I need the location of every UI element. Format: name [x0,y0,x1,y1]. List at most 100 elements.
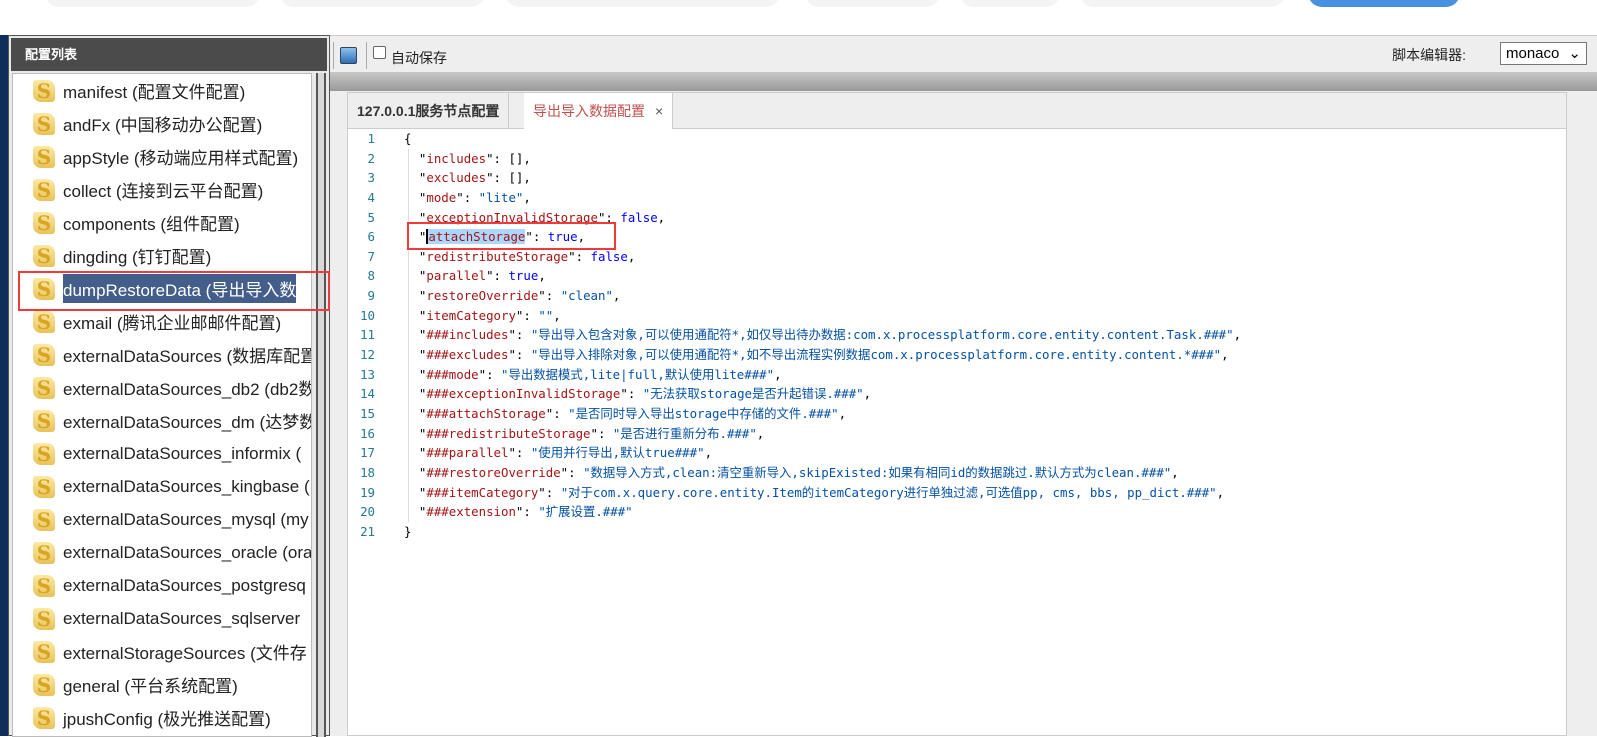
line-number: 18 [360,464,375,480]
code-token: , [838,405,847,421]
code-token: " [404,268,427,284]
code-token: ": [515,504,539,520]
item-label: manifest (配置文件配置) [63,83,246,102]
config-list-item[interactable]: SexternalDataSources (数据库配置 [13,338,311,371]
editor-area: 自动保存 脚本编辑器: monaco ⌄ 127.0.0.1服务节点配置 导出导入… [330,35,1597,736]
top-nav-pill[interactable] [280,0,485,7]
code-text: "###attachStorage": "是否同时导入导出storage中存储的… [404,404,846,424]
left-nav-edge [0,35,8,736]
tab-dump-restore-config[interactable]: 导出导入数据配置 × [524,93,674,129]
config-list-item[interactable]: SexternalStorageSources (文件存 [13,635,311,668]
top-nav-pill[interactable] [805,0,940,7]
config-list-item[interactable]: SappStyle (移动端应用样式配置) [13,140,311,173]
top-nav-pill[interactable] [1080,0,1285,7]
item-label: externalDataSources (数据库配置 [63,347,312,366]
code-token: excludes [426,170,487,186]
code-line: 3 "excludes": [], [348,168,1566,188]
code-line: 14 "###exceptionInvalidStorage": "无法获取st… [348,384,1566,404]
config-list: Smanifest (配置文件配置) SandFx (中国移动办公配置) SappS… [12,73,312,737]
config-list-item[interactable]: SexternalDataSources_mysql (my [13,503,311,536]
script-editor-select[interactable]: monaco ⌄ [1500,42,1587,65]
code-token: "导出导入包含对象,可以使用通配符*,如仅导出待办数据:com.x.proces… [530,327,1234,343]
config-list-item[interactable]: SexternalDataSources_dm (达梦数 [13,404,311,437]
scroll-icon: S [33,442,55,465]
config-list-item[interactable]: SexternalDataSources_db2 (db2数 [13,371,311,404]
line-number: 13 [360,366,375,382]
code-token: ###exceptionInvalidStorage [426,386,621,402]
code-token: , [756,425,765,441]
code-token: ###mode [426,366,479,382]
config-list-item[interactable]: SexternalDataSources_oracle (ora [13,536,311,569]
item-label: externalDataSources_informix ( [63,443,302,463]
line-number: 3 [367,170,375,186]
config-list-item[interactable]: Sdingding (钉钉配置) [13,239,311,272]
code-token: ": [456,189,479,205]
scroll-icon: S [33,211,55,234]
item-label: externalStorageSources (文件存 [63,644,307,663]
code-token: ": [515,307,539,323]
code-token: ###restoreOverride [426,464,561,480]
scroll-icon: S [33,475,55,498]
code-text: "restoreOverride": "clean", [404,286,620,306]
save-icon[interactable] [340,47,357,64]
top-nav-pill[interactable] [505,0,780,7]
code-token: " [404,425,427,441]
config-list-item[interactable]: Scollect (连接到云平台配置) [13,173,311,206]
line-number: 9 [367,288,375,304]
config-list-item[interactable]: Smanifest (配置文件配置) [13,74,311,107]
code-token: , [774,366,782,382]
code-token: ": [], [486,150,531,166]
code-token: ###extension [426,504,516,520]
autosave-checkbox[interactable] [373,46,386,59]
code-token: "导出导入排除对象,可以使用通配符*,如不导出流程实例数据com.x.proce… [530,347,1222,363]
code-line: 20 "###extension": "扩展设置.###" [348,502,1566,522]
scroll-icon: S [33,673,55,696]
code-token: ###itemCategory [426,484,539,500]
code-token: ": [620,386,643,402]
code-token: ###attachStorage [426,405,546,421]
sidebar-scrollbar[interactable] [316,73,326,737]
line-number: 8 [367,268,375,284]
config-list-item[interactable]: SandFx (中国移动办公配置) [13,107,311,140]
code-token: ": [478,366,501,382]
code-token: ": [560,464,584,480]
config-list-item[interactable]: SexternalDataSources_kingbase ( [13,470,311,503]
config-list-item[interactable]: Scomponents (组件配置) [13,206,311,239]
line-number: 14 [360,386,375,402]
line-number: 2 [367,150,375,166]
code-token: , [1221,347,1229,363]
code-token: "无法获取storage是否升起错误.###" [642,386,864,402]
top-nav-pill[interactable] [960,0,1060,7]
tab-node-config[interactable]: 127.0.0.1服务节点配置 [348,93,510,129]
browser-top-strip [0,0,1597,35]
item-label: externalDataSources_mysql (my [63,509,309,529]
line-number: 16 [360,425,375,441]
code-token: includes [426,150,487,166]
code-token: ": [], [486,170,531,186]
code-token: redistributeStorage [426,248,569,264]
scroll-icon: S [33,508,55,531]
top-nav-pill[interactable] [45,0,260,7]
config-list-item[interactable]: SexternalDataSources_sqlserver [13,602,311,635]
toolbar: 自动保存 脚本编辑器: monaco ⌄ [330,35,1597,71]
item-label: collect (连接到云平台配置) [63,182,264,201]
editor-tabs: 127.0.0.1服务节点配置 导出导入数据配置 × [348,93,1566,129]
config-list-item[interactable]: SexternalDataSources_informix ( [13,437,311,470]
scroll-icon: S [33,79,55,102]
item-label: externalDataSources_sqlserver [63,608,301,628]
code-token: " [404,189,427,205]
code-text: "###redistributeStorage": "是否进行重新分布.###"… [404,424,764,444]
code-token: , [1171,464,1179,480]
code-token: ": [508,347,531,363]
config-list-item[interactable]: SexternalDataSources_postgresq [13,569,311,602]
code-text: "mode": "lite", [404,188,531,208]
config-list-item[interactable]: SjpushConfig (极光推送配置) [13,701,311,734]
code-token: mode [426,189,457,205]
code-editor[interactable]: 1{2 "includes": [], 3 "excludes": [], 4 "m… [348,129,1566,541]
close-icon[interactable]: × [655,103,663,119]
top-nav-primary-button[interactable] [1308,0,1460,7]
scroll-icon: S [33,409,55,432]
code-token: false [590,248,628,264]
config-list-item[interactable]: Sgeneral (平台系统配置) [13,668,311,701]
code-token: " [404,327,427,343]
